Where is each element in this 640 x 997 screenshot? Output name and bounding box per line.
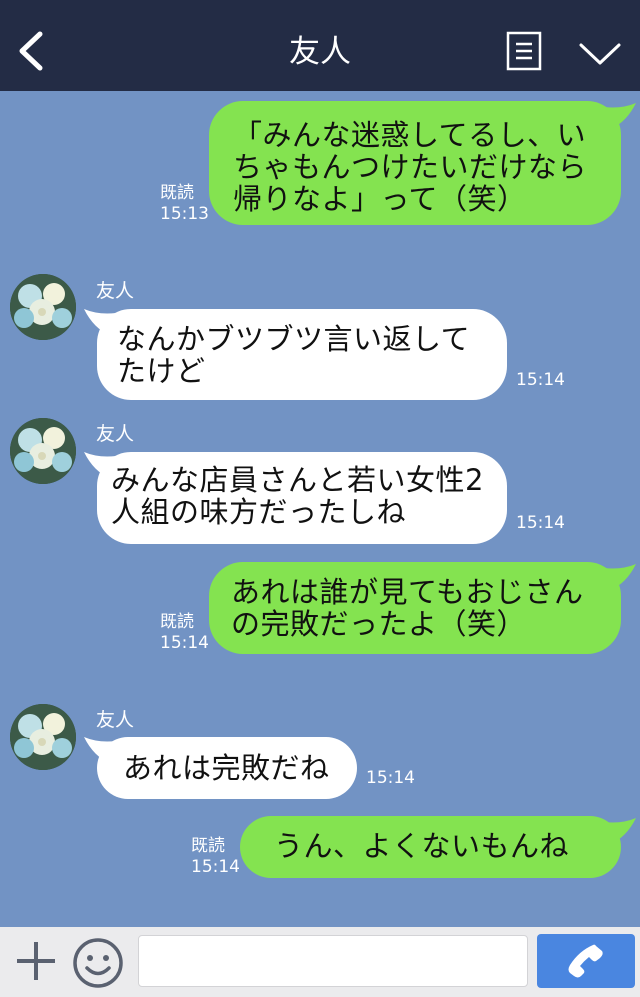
phone-icon (568, 944, 603, 978)
flower-avatar-image (10, 418, 76, 484)
message-bubble[interactable]: みんな店員さんと若い女性2 人組の味方だったしね (97, 452, 507, 544)
message-bubble[interactable]: なんかブツブツ言い返して たけど (97, 309, 507, 400)
sender-name: 友人 (96, 709, 135, 731)
call-button[interactable] (537, 934, 635, 988)
read-receipt: 既読 15:14 (160, 612, 209, 653)
message-text: あれは完敗だね (123, 751, 330, 785)
bubble-tail (604, 103, 636, 129)
avatar[interactable] (10, 274, 76, 340)
message-time: 15:14 (516, 513, 565, 533)
message-time: 15:14 (516, 370, 565, 390)
message-time: 15:14 (366, 768, 415, 788)
flower-avatar-image (10, 274, 76, 340)
message-text: うん、よくないもんね (274, 829, 570, 863)
message-text: みんな店員さんと若い女性2 人組の味方だったしね (111, 463, 484, 529)
message-text: なんかブツブツ言い返して たけど (117, 322, 471, 388)
message-input[interactable] (138, 935, 528, 987)
read-receipt: 既読 15:13 (160, 183, 209, 224)
avatar[interactable] (10, 418, 76, 484)
bubble-tail (604, 564, 636, 590)
plus-icon[interactable] (14, 939, 58, 983)
message-bubble[interactable]: 「みんな迷惑してるし、い ちゃもんつけたいだけなら 帰りなよ」って（笑） (209, 101, 621, 225)
sender-name: 友人 (96, 280, 135, 302)
message-text: 「みんな迷惑してるし、い ちゃもんつけたいだけなら 帰りなよ」って（笑） (233, 118, 588, 216)
message-bubble[interactable]: あれは誰が見てもおじさん の完敗だったよ（笑） (209, 562, 621, 654)
sender-name: 友人 (96, 423, 135, 445)
bubble-tail (604, 818, 636, 844)
message-text: あれは誰が見てもおじさん の完敗だったよ（笑） (231, 575, 584, 641)
flower-avatar-image (10, 704, 76, 770)
chat-header: 友人 (0, 0, 640, 91)
chevron-down-icon[interactable] (578, 40, 622, 68)
avatar[interactable] (10, 704, 76, 770)
chat-area[interactable]: 既読 15:13 「みんな迷惑してるし、い ちゃもんつけたいだけなら 帰りなよ」… (0, 91, 640, 927)
message-bubble[interactable]: あれは完敗だね (97, 737, 357, 799)
notes-icon[interactable] (506, 31, 542, 71)
chat-title: 友人 (289, 34, 351, 70)
smiley-icon[interactable] (72, 937, 124, 989)
message-bubble[interactable]: うん、よくないもんね (240, 816, 621, 878)
read-receipt: 既読 15:14 (191, 836, 240, 877)
